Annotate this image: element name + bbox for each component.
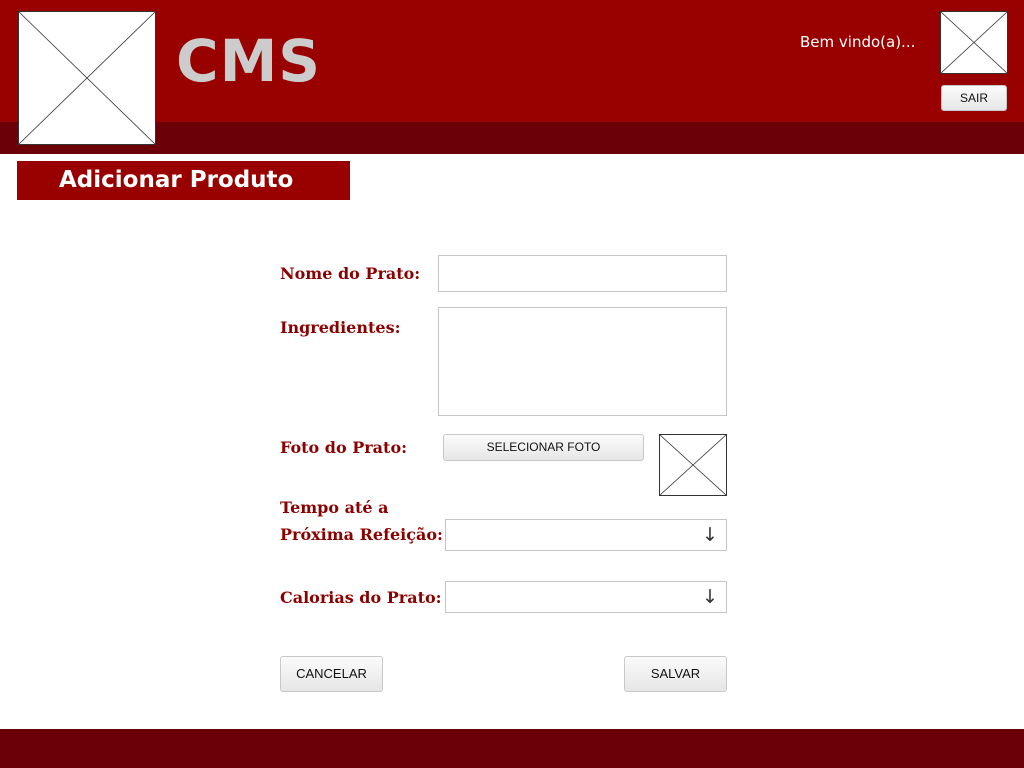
welcome-text: Bem vindo(a)...: [800, 33, 916, 51]
logout-button[interactable]: SAIR: [941, 85, 1007, 111]
dish-name-input[interactable]: [438, 255, 727, 292]
ingredients-textarea[interactable]: [438, 307, 727, 416]
ingredients-label: Ingredientes:: [280, 318, 401, 337]
image-placeholder-icon: [941, 12, 1007, 73]
dish-name-label: Nome do Prato:: [280, 264, 421, 283]
avatar: [940, 11, 1008, 74]
save-button[interactable]: SALVAR: [624, 656, 727, 692]
photo-preview: [659, 434, 727, 496]
next-meal-time-label-line2: Próxima Refeição:: [280, 525, 443, 544]
dish-photo-label: Foto do Prato:: [280, 438, 408, 457]
page-title: Adicionar Produto: [17, 161, 350, 200]
next-meal-time-label-line1: Tempo até a: [280, 498, 389, 517]
image-placeholder-icon: [660, 435, 726, 495]
brand-title: CMS: [176, 27, 322, 95]
calories-label: Calorias do Prato:: [280, 588, 442, 607]
next-meal-time-select[interactable]: ↓: [445, 519, 727, 551]
arrow-down-icon[interactable]: ↓: [702, 523, 718, 547]
footer-bar: [0, 729, 1024, 768]
calories-select[interactable]: ↓: [445, 581, 727, 613]
image-placeholder-icon: [19, 12, 155, 144]
logo-image: [18, 11, 156, 145]
cancel-button[interactable]: CANCELAR: [280, 656, 383, 692]
arrow-down-icon[interactable]: ↓: [702, 585, 718, 609]
select-photo-button[interactable]: SELECIONAR FOTO: [443, 434, 644, 461]
